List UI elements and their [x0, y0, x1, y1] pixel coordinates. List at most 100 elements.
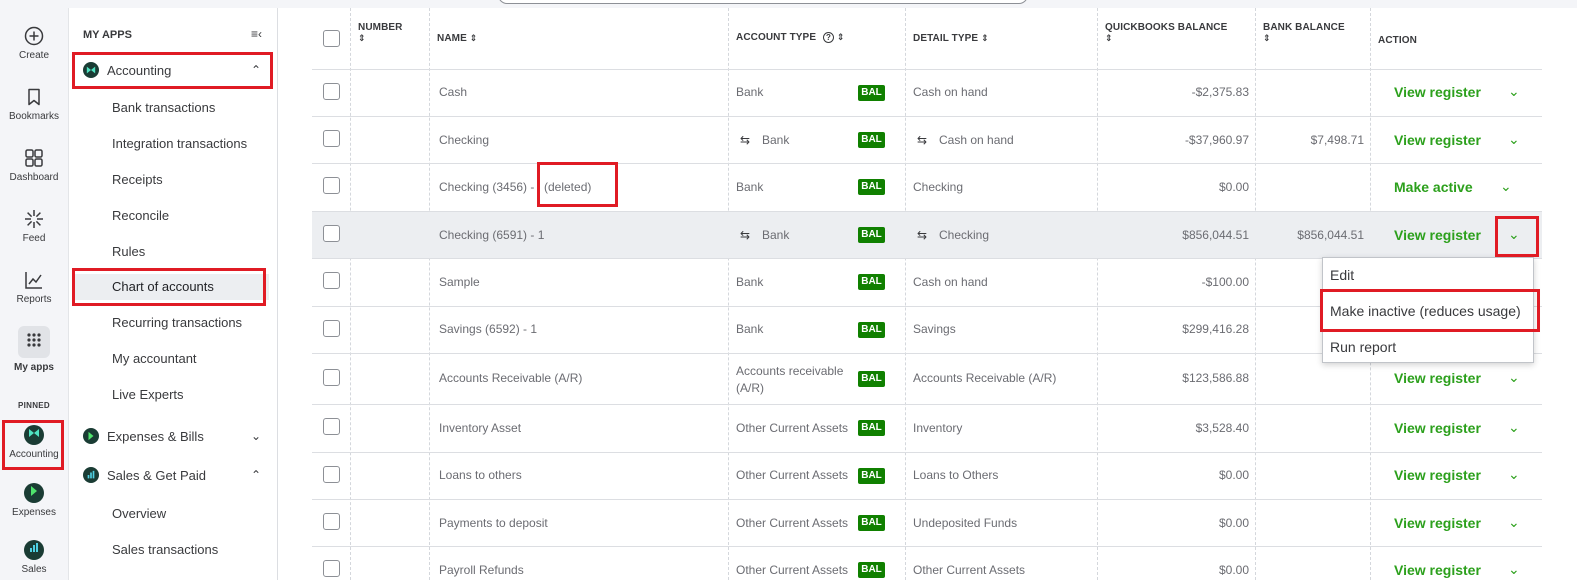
account-name[interactable]: Sample	[439, 275, 480, 289]
qb-balance: $0.00	[1218, 516, 1249, 530]
action-chevron-down-icon[interactable]: ⌄	[1508, 514, 1520, 531]
rail-accounting[interactable]: Accounting	[0, 425, 68, 460]
collapse-sidebar-icon[interactable]: ≡‹	[251, 27, 262, 41]
account-name[interactable]: Cash	[439, 85, 467, 99]
menu-item-run-report[interactable]: Run report	[1330, 339, 1396, 355]
sidebar-item-rules[interactable]: Rules	[112, 244, 145, 259]
account-type: Bank	[736, 275, 764, 289]
action-chevron-down-icon[interactable]: ⌄	[1508, 419, 1520, 436]
bookmark-icon	[28, 88, 40, 106]
bank-sync-icon: ⇆	[740, 228, 751, 242]
global-search-input[interactable]	[498, 0, 1028, 4]
rail-my-apps[interactable]: My apps	[0, 326, 68, 373]
select-all-checkbox[interactable]	[323, 30, 340, 47]
action-chevron-down-icon[interactable]: ⌄	[1508, 466, 1520, 483]
menu-item-edit[interactable]: Edit	[1330, 267, 1354, 283]
view-register-link[interactable]: View register	[1394, 562, 1481, 578]
rail-create[interactable]: Create	[0, 26, 68, 61]
sidebar-item-chart-of-accounts[interactable]: Chart of accounts	[112, 279, 214, 294]
help-icon[interactable]: ?	[822, 32, 834, 43]
table-row[interactable]: Payroll Refunds Other Current Assets BAL…	[312, 547, 1542, 580]
row-checkbox[interactable]	[323, 130, 340, 147]
table-row[interactable]: Checking ⇆ Bank BAL ⇆ Cash on hand -$37,…	[312, 117, 1542, 163]
sort-icon: ⇕	[469, 33, 478, 43]
row-checkbox[interactable]	[323, 177, 340, 194]
table-row[interactable]: Checking (6591) - 1 ⇆ Bank BAL ⇆ Checkin…	[312, 212, 1542, 258]
action-chevron-down-icon[interactable]: ⌄	[1500, 178, 1512, 195]
menu-item-make-inactive[interactable]: Make inactive (reduces usage)	[1330, 303, 1521, 319]
row-checkbox[interactable]	[323, 272, 340, 289]
rail-expenses[interactable]: Expenses	[0, 483, 68, 518]
account-name[interactable]: Payments to deposit	[439, 516, 548, 530]
account-name[interactable]: Payroll Refunds	[439, 563, 524, 577]
sales-app-icon	[24, 540, 44, 560]
detail-type: Undeposited Funds	[913, 516, 1018, 530]
table-row[interactable]: Payments to deposit Other Current Assets…	[312, 500, 1542, 546]
rail-bookmarks[interactable]: Bookmarks	[0, 87, 68, 122]
table-row[interactable]: Cash Bank BAL Cash on hand -$2,375.83 Vi…	[312, 70, 1542, 116]
row-checkbox[interactable]	[323, 466, 340, 483]
view-register-link[interactable]: View register	[1394, 132, 1481, 148]
action-chevron-down-icon[interactable]: ⌄	[1508, 83, 1520, 100]
view-register-link[interactable]: View register	[1394, 515, 1481, 531]
row-checkbox[interactable]	[323, 369, 340, 386]
rail-sales[interactable]: Sales	[0, 540, 68, 575]
apps-grid-icon	[18, 326, 50, 358]
table-row[interactable]: Loans to others Other Current Assets BAL…	[312, 453, 1542, 499]
row-action-menu: Edit Make inactive (reduces usage) Run r…	[1322, 257, 1534, 363]
account-name[interactable]: Checking	[439, 133, 489, 147]
qb-balance: -$100.00	[1201, 275, 1249, 289]
account-name[interactable]: Accounts Receivable (A/R)	[439, 371, 582, 385]
sidebar-item-sales-transactions[interactable]: Sales transactions	[112, 542, 218, 557]
detail-type: Inventory	[913, 421, 963, 435]
table-row[interactable]: Checking (3456) - (deleted) Bank BAL Che…	[312, 164, 1542, 211]
sidebar-item-live-experts[interactable]: Live Experts	[112, 387, 184, 402]
view-register-link[interactable]: View register	[1394, 420, 1481, 436]
rail-reports[interactable]: Reports	[0, 270, 68, 305]
account-name[interactable]: Loans to others	[439, 468, 522, 482]
account-name[interactable]: Savings (6592) - 1	[439, 322, 537, 336]
action-chevron-down-icon[interactable]: ⌄	[1508, 369, 1520, 386]
account-name[interactable]: Checking (3456) -	[439, 180, 534, 194]
chevron-up-icon: ⌃	[250, 63, 261, 77]
account-name[interactable]: Checking (6591) - 1	[439, 228, 544, 242]
sidebar-group-expenses[interactable]: Expenses & Bills ⌄	[83, 422, 269, 450]
left-rail: Create Bookmarks Dashboard Feed Reports …	[0, 8, 68, 580]
table-row[interactable]: Inventory Asset Other Current Assets BAL…	[312, 405, 1542, 452]
row-checkbox[interactable]	[323, 83, 340, 100]
sort-icon: ⇕	[981, 33, 989, 43]
row-checkbox[interactable]	[323, 320, 340, 337]
row-checkbox[interactable]	[323, 560, 340, 577]
detail-type: Loans to Others	[913, 468, 999, 482]
account-type: Other Current Assets	[736, 421, 849, 435]
sidebar-item-bank-transactions[interactable]: Bank transactions	[112, 100, 215, 115]
view-register-link[interactable]: View register	[1394, 370, 1481, 386]
row-checkbox[interactable]	[323, 513, 340, 530]
bal-badge: BAL	[858, 371, 885, 387]
sidebar-item-my-accountant[interactable]: My accountant	[112, 351, 197, 366]
row-checkbox[interactable]	[323, 225, 340, 242]
account-name[interactable]: Inventory Asset	[439, 421, 521, 435]
header-number-label: NUMBER	[358, 22, 403, 33]
sidebar-group-sales[interactable]: Sales & Get Paid ⌃	[83, 461, 269, 489]
sidebar-item-receipts[interactable]: Receipts	[112, 172, 163, 187]
rail-feed[interactable]: Feed	[0, 209, 68, 244]
action-chevron-down-icon[interactable]: ⌄	[1508, 561, 1520, 578]
header-qb-balance-label: QUICKBOOKS BALANCE	[1105, 22, 1228, 33]
row-checkbox[interactable]	[323, 418, 340, 435]
sidebar-item-reconcile[interactable]: Reconcile	[112, 208, 169, 223]
view-register-link[interactable]: View register	[1394, 467, 1481, 483]
sidebar-header: MY APPS	[83, 29, 132, 41]
action-chevron-down-icon[interactable]: ⌄	[1508, 226, 1520, 243]
make-active-link[interactable]: Make active	[1394, 179, 1473, 195]
action-chevron-down-icon[interactable]: ⌄	[1508, 131, 1520, 148]
bal-badge: BAL	[858, 420, 885, 436]
sidebar-group-accounting[interactable]: Accounting ⌃	[83, 56, 269, 84]
sidebar-item-overview[interactable]: Overview	[112, 506, 166, 521]
rail-dashboard[interactable]: Dashboard	[0, 148, 68, 183]
sidebar-item-recurring-transactions[interactable]: Recurring transactions	[112, 315, 242, 330]
bank-sync-icon: ⇆	[917, 133, 928, 147]
view-register-link[interactable]: View register	[1394, 84, 1481, 100]
sidebar-item-integration-transactions[interactable]: Integration transactions	[112, 136, 247, 151]
view-register-link[interactable]: View register	[1394, 227, 1481, 243]
